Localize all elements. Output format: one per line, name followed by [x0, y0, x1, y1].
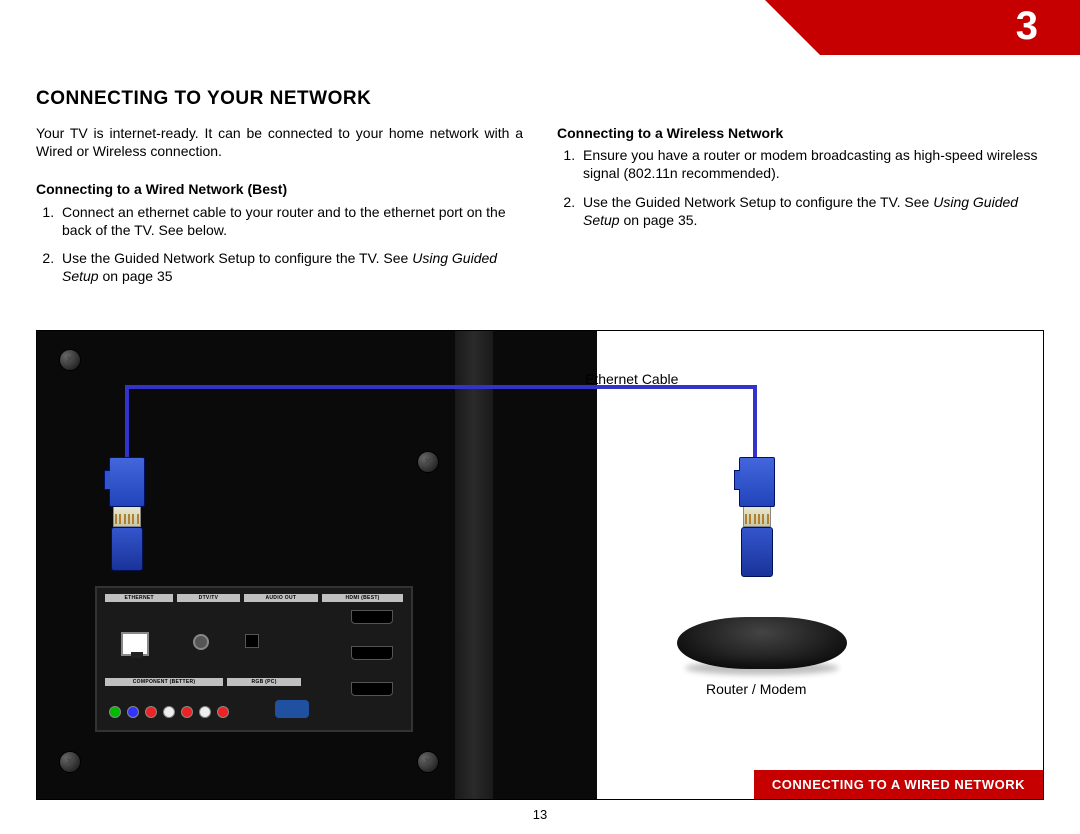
- ethernet-port-icon: [121, 632, 149, 656]
- right-column: Connecting to a Wireless Network Ensure …: [557, 124, 1044, 295]
- chapter-tab: 3: [820, 0, 1080, 55]
- chapter-number: 3: [1016, 4, 1038, 49]
- rj45-connector-icon: [109, 457, 145, 527]
- port-label-dtv: DTV/TV: [177, 594, 239, 602]
- port-label-ethernet: ETHERNET: [105, 594, 173, 602]
- port-label-rgb: RGB (PC): [227, 678, 301, 686]
- wireless-step2-suffix: on page 35.: [620, 212, 698, 228]
- component-ports: [109, 706, 229, 718]
- wired-step2-text: Use the Guided Network Setup to configur…: [62, 250, 412, 266]
- port-label-component: COMPONENT (BETTER): [105, 678, 223, 686]
- rj45-connector-icon: [739, 457, 775, 527]
- screw-icon: [417, 451, 439, 473]
- router-icon: [677, 617, 847, 669]
- wireless-heading: Connecting to a Wireless Network: [557, 124, 1044, 142]
- router-label: Router / Modem: [706, 681, 806, 697]
- wireless-step-2: Use the Guided Network Setup to configur…: [579, 193, 1044, 229]
- ethernet-cable-label: Ethernet Cable: [585, 371, 678, 387]
- wired-step-2: Use the Guided Network Setup to configur…: [58, 249, 523, 285]
- wired-step2-suffix: on page 35: [99, 268, 173, 284]
- wired-steps: Connect an ethernet cable to your router…: [36, 203, 523, 286]
- port-panel: ETHERNET DTV/TV AUDIO OUT HDMI (BEST) CO…: [95, 586, 413, 732]
- hdmi-port-icon: [351, 646, 393, 660]
- cable-line: [125, 385, 129, 457]
- wireless-step-1: Ensure you have a router or modem broadc…: [579, 146, 1044, 182]
- connection-diagram: ETHERNET DTV/TV AUDIO OUT HDMI (BEST) CO…: [36, 330, 1044, 800]
- rj45-plug-icon: [739, 527, 775, 597]
- wired-step-1: Connect an ethernet cable to your router…: [58, 203, 523, 239]
- wired-heading: Connecting to a Wired Network (Best): [36, 180, 523, 198]
- wireless-step2-text: Use the Guided Network Setup to configur…: [583, 194, 933, 210]
- main-content: CONNECTING TO YOUR NETWORK Your TV is in…: [36, 88, 1044, 295]
- screw-icon: [59, 349, 81, 371]
- left-column: Your TV is internet-ready. It can be con…: [36, 124, 523, 295]
- coax-port-icon: [193, 634, 209, 650]
- hdmi-port-icon: [351, 682, 393, 696]
- cable-line: [753, 385, 757, 457]
- vga-port-icon: [275, 700, 309, 718]
- screw-icon: [59, 751, 81, 773]
- diagram-caption: CONNECTING TO A WIRED NETWORK: [754, 770, 1043, 799]
- rj45-plug-icon: [109, 527, 145, 577]
- hdmi-port-icon: [351, 610, 393, 624]
- wireless-steps: Ensure you have a router or modem broadc…: [557, 146, 1044, 229]
- screw-icon: [417, 751, 439, 773]
- optical-port-icon: [245, 634, 259, 648]
- section-title: CONNECTING TO YOUR NETWORK: [36, 88, 1044, 110]
- intro-text: Your TV is internet-ready. It can be con…: [36, 124, 523, 160]
- port-label-hdmi: HDMI (BEST): [322, 594, 403, 602]
- page-number: 13: [533, 807, 547, 822]
- port-label-audio-out: AUDIO OUT: [244, 594, 319, 602]
